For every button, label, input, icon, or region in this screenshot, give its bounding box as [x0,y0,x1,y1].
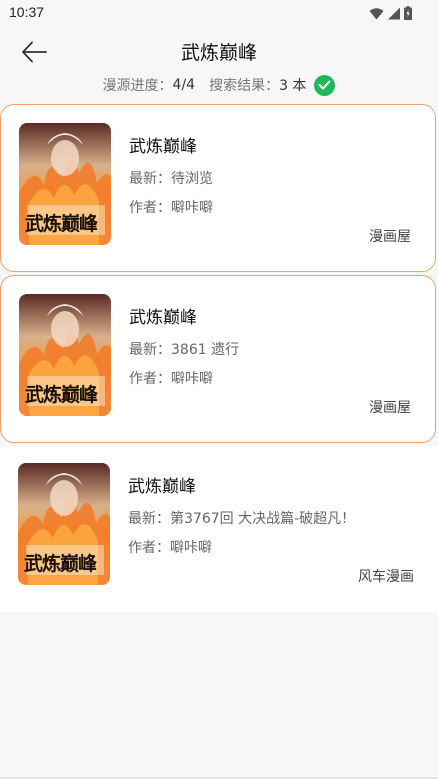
result-card[interactable]: 武炼巅峰 武炼巅峰 最新：3861 遗行 作者：噼咔噼 漫画屋 [0,275,436,443]
source-progress-value: 4/4 [172,77,196,93]
latest-chapter: 最新：3861 遗行 [129,339,239,359]
latest-value: 第3767回 大决战篇-破超凡！ [170,511,356,527]
wifi-icon [369,7,384,19]
author-value: 噼咔噼 [170,540,212,556]
check-circle-icon [314,74,336,96]
comic-cover-image[interactable]: 武炼巅峰 [19,123,111,245]
comic-title: 武炼巅峰 [129,308,197,328]
status-icons [369,5,412,21]
search-result-label: 搜索结果： [209,78,280,94]
app-header: 武炼巅峰 [0,26,438,74]
latest-chapter: 最新：待浏览 [129,168,213,188]
author: 作者：噼咔噼 [128,537,212,557]
comic-cover-image[interactable]: 武炼巅峰 [19,294,111,416]
latest-label: 最新： [129,171,171,187]
source-name: 漫画屋 [369,229,411,245]
battery-icon [404,6,412,20]
comic-title: 武炼巅峰 [129,137,197,157]
author-label: 作者： [129,371,171,387]
search-result-value: 3 本 [279,78,307,94]
cover-caption: 武炼巅峰 [25,213,98,235]
author-label: 作者： [128,540,170,556]
comic-cover-image[interactable]: 武炼巅峰 [18,463,110,585]
source-name: 漫画屋 [369,400,411,416]
author: 作者：噼咔噼 [129,197,213,217]
cover-caption: 武炼巅峰 [24,553,97,575]
author-label: 作者： [129,200,171,216]
latest-value: 待浏览 [171,171,213,187]
cover-caption: 武炼巅峰 [25,384,98,406]
search-progress: 漫源进度： 4/4 搜索结果： 3 本 [0,73,438,97]
source-name: 风车漫画 [358,569,414,585]
comic-title: 武炼巅峰 [128,477,196,497]
latest-label: 最新： [128,511,170,527]
latest-label: 最新： [129,342,171,358]
result-card[interactable]: 武炼巅峰 武炼巅峰 最新：第3767回 大决战篇-破超凡！ 作者：噼咔噼 风车漫… [0,446,438,612]
status-time: 10:37 [9,4,45,20]
status-bar: 10:37 [0,0,438,26]
author-value: 噼咔噼 [171,200,213,216]
source-progress-label: 漫源进度： [102,78,173,94]
page-title: 武炼巅峰 [180,42,257,64]
author: 作者：噼咔噼 [129,368,213,388]
author-value: 噼咔噼 [171,371,213,387]
latest-chapter: 最新：第3767回 大决战篇-破超凡！ [128,508,355,528]
signal-icon [388,7,400,19]
latest-value: 3861 遗行 [171,342,240,358]
result-card[interactable]: 武炼巅峰 武炼巅峰 最新：待浏览 作者：噼咔噼 漫画屋 [0,104,436,272]
